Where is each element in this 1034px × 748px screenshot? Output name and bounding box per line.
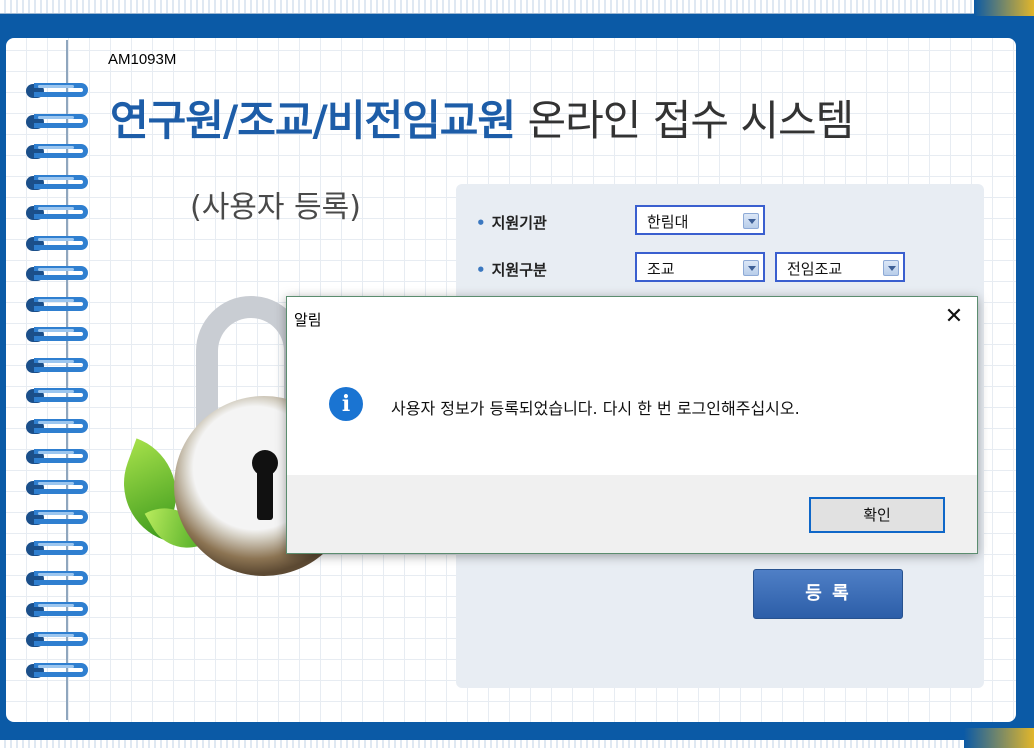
subcategory-select[interactable]: 전임조교 [775, 252, 905, 282]
frame-gold-accent-top [974, 0, 1034, 16]
frame-bottom-border [0, 740, 1034, 748]
register-button[interactable]: 등 록 [753, 569, 903, 619]
dialog-title: 알림 [294, 311, 322, 329]
category-label-text: 지원구분 [491, 261, 547, 279]
alert-dialog: 알림 ✕ i 사용자 정보가 등록되었습니다. 다시 한 번 로그인해주십시오.… [286, 296, 978, 554]
binder-ring [26, 233, 90, 255]
ok-button[interactable]: 확인 [809, 497, 945, 533]
binder-ring [26, 446, 90, 468]
binder-ring [26, 507, 90, 529]
binder-ring [26, 172, 90, 194]
info-icon: i [329, 387, 363, 421]
binder-ring [26, 599, 90, 621]
binder-ring [26, 477, 90, 499]
dialog-content: i 사용자 정보가 등록되었습니다. 다시 한 번 로그인해주십시오. [287, 337, 977, 475]
institution-label: • 지원기관 [476, 212, 547, 233]
dialog-footer: 확인 [287, 475, 977, 553]
binder-ring [26, 263, 90, 285]
binder-ring [26, 80, 90, 102]
binder-ring [26, 202, 90, 224]
category-select-value: 조교 [647, 260, 675, 278]
institution-select-value: 한림대 [647, 213, 689, 231]
dropdown-arrow-icon[interactable] [743, 213, 759, 229]
page-title-strong: 연구원/조교/비전임교원 [110, 96, 516, 145]
category-label: • 지원구분 [476, 259, 547, 280]
binder-ring [26, 355, 90, 377]
binder-ring [26, 294, 90, 316]
screen-code: AM1093M [108, 51, 177, 68]
binder-ring [26, 324, 90, 346]
binder-ring [26, 568, 90, 590]
subcategory-select-value: 전임조교 [787, 260, 843, 278]
dialog-titlebar[interactable]: 알림 ✕ [287, 297, 977, 337]
binder-ring [26, 660, 90, 682]
page-title-rest: 온라인 접수 시스템 [515, 96, 854, 145]
binder-ring [26, 385, 90, 407]
binder-ring [26, 111, 90, 133]
dialog-message: 사용자 정보가 등록되었습니다. 다시 한 번 로그인해주십시오. [391, 399, 800, 418]
binder-ring [26, 538, 90, 560]
binder-ring [26, 416, 90, 438]
binder-ring [26, 629, 90, 651]
padlock-icon [107, 296, 354, 586]
bullet-icon: • [476, 261, 486, 279]
close-icon[interactable]: ✕ [931, 297, 977, 337]
frame-top-border [0, 0, 1034, 14]
page-title: 연구원/조교/비전임교원 온라인 접수 시스템 [110, 87, 854, 148]
institution-select[interactable]: 한림대 [635, 205, 765, 235]
dropdown-arrow-icon[interactable] [883, 260, 899, 276]
dropdown-arrow-icon[interactable] [743, 260, 759, 276]
page-subtitle: (사용자 등록) [190, 190, 361, 225]
binder-ring [26, 141, 90, 163]
frame-gold-accent-bottom [964, 728, 1034, 748]
ring-binder-icon [26, 80, 96, 700]
bullet-icon: • [476, 214, 486, 232]
keyhole-slot [257, 468, 273, 520]
category-select[interactable]: 조교 [635, 252, 765, 282]
institution-label-text: 지원기관 [491, 214, 547, 232]
